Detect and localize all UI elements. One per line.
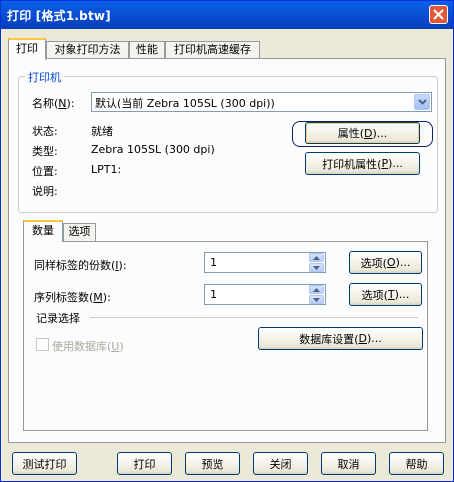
chevron-down-icon[interactable] (414, 94, 430, 110)
close-window-button[interactable] (429, 5, 448, 24)
window-title: 打印 [格式1.btw] (7, 9, 111, 23)
database-settings-button[interactable]: 数据库设置(D)... (258, 327, 423, 350)
location-value: LPT1: (91, 163, 122, 176)
tab-print[interactable]: 打印 (8, 38, 46, 60)
record-selection-legend: 记录选择 (36, 312, 80, 325)
preview-button[interactable]: 预览 (185, 452, 240, 475)
print-dialog: 打印 [格式1.btw] 打印 对象打印方法 性能 打印机高速缓存 打印机 名称… (0, 0, 454, 482)
close-icon (433, 9, 444, 20)
tab-options[interactable]: 选项 (63, 223, 96, 241)
status-label: 状态: (32, 125, 58, 138)
copies-options-button[interactable]: 选项(O)... (349, 251, 422, 274)
serial-stepper[interactable]: 1 (204, 284, 326, 305)
spin-down-icon[interactable] (309, 263, 324, 272)
serial-options-button[interactable]: 选项(T)... (349, 283, 422, 306)
printer-name-value: 默认(当前 Zebra 105SL (300 dpi)) (95, 97, 275, 110)
test-print-button[interactable]: 测试打印 (12, 452, 77, 475)
properties-button[interactable]: 属性(D)... (305, 122, 420, 144)
use-database-label: 使用数据库(U) (52, 340, 124, 353)
copies-value: 1 (210, 256, 217, 269)
printer-properties-button[interactable]: 打印机属性(P)... (305, 152, 420, 175)
spin-up-icon[interactable] (309, 253, 324, 262)
print-tab-panel: 打印机 名称(N): 默认(当前 Zebra 105SL (300 dpi)) … (8, 58, 446, 443)
printer-group: 打印机 名称(N): 默认(当前 Zebra 105SL (300 dpi)) … (18, 69, 438, 213)
quantity-panel: 同样标签的份数(I): 1 选项(O)... 序列标签数(M): 1 选项(T)… (23, 241, 428, 431)
serial-value: 1 (210, 288, 217, 301)
printer-group-legend: 打印机 (25, 69, 64, 85)
comment-label: 说明: (32, 185, 58, 198)
location-label: 位置: (32, 165, 58, 178)
divider (90, 317, 418, 318)
spin-up-icon[interactable] (309, 285, 324, 294)
cancel-button[interactable]: 取消 (321, 452, 376, 475)
status-value: 就绪 (91, 125, 113, 138)
type-label: 类型: (32, 145, 58, 158)
use-database-checkbox[interactable] (36, 338, 49, 351)
tab-object-print-method[interactable]: 对象打印方法 (46, 41, 129, 59)
printer-name-label: 名称(N): (32, 97, 75, 110)
printer-name-select[interactable]: 默认(当前 Zebra 105SL (300 dpi)) (91, 92, 432, 112)
type-value: Zebra 105SL (300 dpi) (91, 143, 215, 156)
spin-down-icon[interactable] (309, 295, 324, 304)
serial-label: 序列标签数(M): (34, 291, 111, 304)
help-button[interactable]: 帮助 (389, 452, 444, 475)
tab-printer-cache[interactable]: 打印机高速缓存 (165, 41, 260, 59)
tab-quantity[interactable]: 数量 (23, 220, 63, 242)
tab-performance[interactable]: 性能 (129, 41, 165, 59)
copies-stepper[interactable]: 1 (204, 252, 326, 273)
title-bar[interactable]: 打印 [格式1.btw] (1, 1, 453, 29)
close-button[interactable]: 关闭 (253, 452, 308, 475)
print-button[interactable]: 打印 (117, 452, 172, 475)
copies-label: 同样标签的份数(I): (34, 259, 127, 272)
